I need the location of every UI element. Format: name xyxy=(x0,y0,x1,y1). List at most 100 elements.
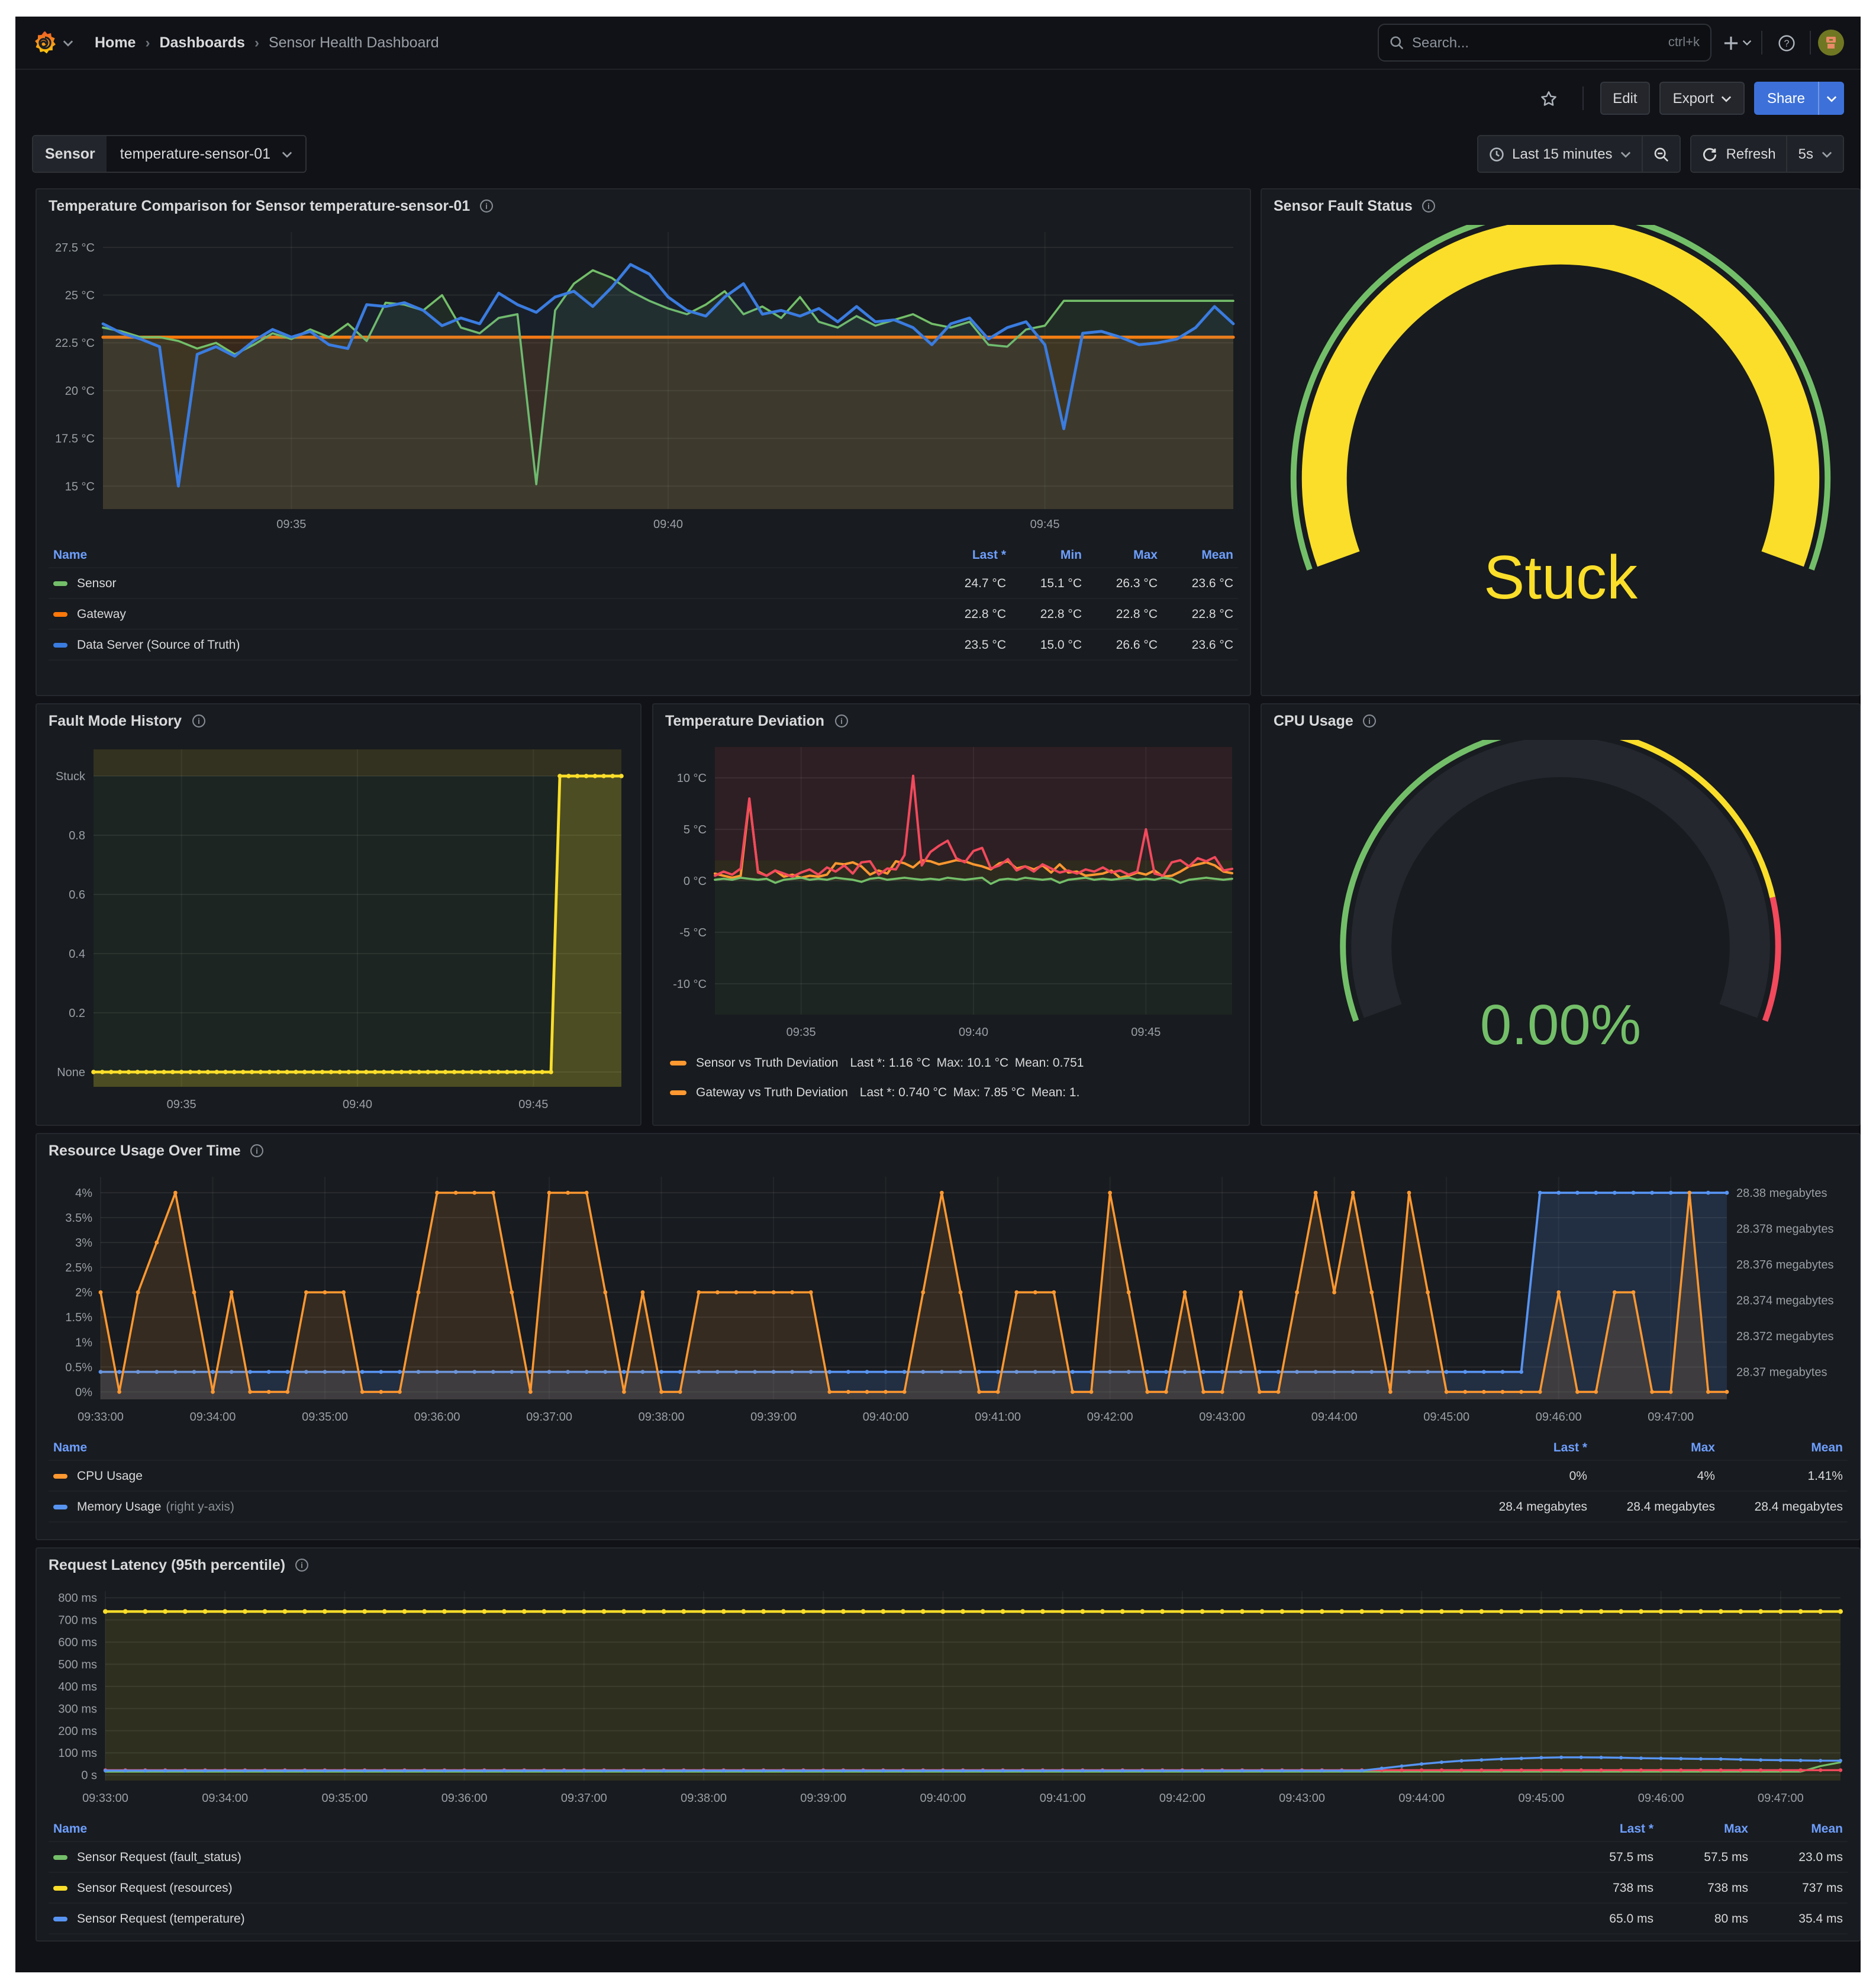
svg-text:09:38:00: 09:38:00 xyxy=(639,1411,685,1424)
share-button[interactable]: Share xyxy=(1754,82,1818,115)
legend-stat-value: 0% xyxy=(1459,1469,1587,1483)
help-button[interactable]: ? xyxy=(1769,26,1803,59)
legend-series-name[interactable]: Sensor xyxy=(53,576,930,590)
resource-usage-chart[interactable]: 09:33:0009:34:0009:35:0009:36:0009:37:00… xyxy=(44,1167,1852,1428)
legend-row[interactable]: Sensor Request (temperature)65.0 ms80 ms… xyxy=(49,1904,1848,1934)
panel-header[interactable]: Temperature Comparison for Sensor temper… xyxy=(37,189,1250,223)
legend-row[interactable]: Sensor Request (fault_status)57.5 ms57.5… xyxy=(49,1842,1848,1873)
legend-series-name: Sensor vs Truth Deviation xyxy=(696,1055,838,1070)
legend-series-name[interactable]: Gateway xyxy=(53,607,930,621)
legend-series-name[interactable]: Sensor Request (resources) xyxy=(53,1881,1559,1895)
breadcrumb-home[interactable]: Home xyxy=(95,34,136,51)
fault-mode-history-chart[interactable]: 09:3509:4009:45None0.20.40.60.8Stuck xyxy=(44,740,633,1115)
legend-series-name[interactable]: Memory Usage(right y-axis) xyxy=(53,1499,1459,1514)
panel-title: CPU Usage xyxy=(1274,713,1353,729)
legend-stat-value: 15.0 °C xyxy=(1006,638,1082,652)
legend-series-name[interactable]: Sensor Request (fault_status) xyxy=(53,1850,1559,1864)
panel-header[interactable]: Sensor Fault Status i xyxy=(1262,189,1859,223)
series-color-swatch-icon xyxy=(53,1473,67,1478)
variable-value[interactable]: temperature-sensor-01 xyxy=(107,136,305,172)
legend-header-cell[interactable]: Name xyxy=(53,1440,1459,1454)
legend-header-cell[interactable]: Last * xyxy=(930,548,1006,562)
legend-stats: Last *: 0.740 °C Max: 7.85 °C Mean: 1. xyxy=(860,1085,1080,1099)
legend-row[interactable]: Sensor24.7 °C15.1 °C26.3 °C23.6 °C xyxy=(49,568,1238,599)
resource-legend-table: NameLast *MaxMeanCPU Usage0%4%1.41%Memor… xyxy=(49,1435,1848,1522)
svg-text:09:40:00: 09:40:00 xyxy=(863,1411,909,1424)
breadcrumb-dashboards[interactable]: Dashboards xyxy=(159,34,245,51)
export-button[interactable]: Export xyxy=(1660,82,1745,115)
legend-header-cell[interactable]: Mean xyxy=(1715,1440,1843,1454)
legend-header-cell[interactable]: Max xyxy=(1082,548,1158,562)
temperature-comparison-chart[interactable]: 09:3509:4009:4515 °C17.5 °C20 °C22.5 °C2… xyxy=(44,225,1243,535)
svg-text:09:35:00: 09:35:00 xyxy=(302,1411,348,1424)
panel-header[interactable]: CPU Usage i xyxy=(1262,704,1859,738)
grafana-app: Home › Dashboards › Sensor Health Dashbo… xyxy=(15,17,1861,1972)
star-button[interactable] xyxy=(1532,82,1565,115)
legend-header-cell[interactable]: Max xyxy=(1587,1440,1715,1454)
time-range-picker[interactable]: Last 15 minutes xyxy=(1478,136,1642,172)
svg-text:27.5 °C: 27.5 °C xyxy=(55,242,95,255)
legend-stat-value: 23.6 °C xyxy=(1158,576,1233,590)
legend-row[interactable]: Sensor Request (resources)738 ms738 ms73… xyxy=(49,1873,1848,1904)
panel-header[interactable]: Request Latency (95th percentile) i xyxy=(37,1549,1859,1582)
legend-row[interactable]: Gateway22.8 °C22.8 °C22.8 °C22.8 °C xyxy=(49,599,1238,630)
legend-header-cell[interactable]: Max xyxy=(1653,1821,1748,1836)
svg-text:500 ms: 500 ms xyxy=(58,1659,97,1672)
legend-header-cell[interactable]: Mean xyxy=(1748,1821,1843,1836)
legend-stat-value: 26.6 °C xyxy=(1082,638,1158,652)
legend-row[interactable]: Memory Usage(right y-axis)28.4 megabytes… xyxy=(49,1492,1848,1522)
grafana-logo-menu[interactable] xyxy=(32,30,73,56)
clock-icon xyxy=(1488,146,1504,162)
legend-item[interactable]: Gateway vs Truth DeviationLast *: 0.740 … xyxy=(670,1077,1239,1107)
panel-header[interactable]: Fault Mode History i xyxy=(37,704,640,738)
cpu-usage-gauge[interactable]: 0.00% xyxy=(1262,740,1859,1115)
svg-text:-5 °C: -5 °C xyxy=(679,926,707,939)
legend-header-cell[interactable]: Name xyxy=(53,1821,1559,1836)
edit-button[interactable]: Edit xyxy=(1600,82,1650,115)
temperature-deviation-chart[interactable]: 09:3509:4009:45-10 °C-5 °C0 °C5 °C10 °C xyxy=(660,740,1242,1043)
legend-header-cell[interactable]: Mean xyxy=(1158,548,1233,562)
legend-stat-value: 65.0 ms xyxy=(1559,1911,1653,1926)
legend-stat-value: 28.4 megabytes xyxy=(1459,1499,1587,1514)
legend-header-cell[interactable]: Min xyxy=(1006,548,1082,562)
legend-header-cell[interactable]: Name xyxy=(53,548,930,562)
legend-series-name[interactable]: Data Server (Source of Truth) xyxy=(53,638,930,652)
panel-header[interactable]: Temperature Deviation i xyxy=(653,704,1249,738)
panel-title: Temperature Deviation xyxy=(665,713,824,729)
svg-text:25 °C: 25 °C xyxy=(65,289,95,302)
svg-text:09:45:00: 09:45:00 xyxy=(1519,1792,1565,1805)
svg-text:09:37:00: 09:37:00 xyxy=(561,1792,607,1805)
legend-header-cell[interactable]: Last * xyxy=(1459,1440,1587,1454)
search-input[interactable]: Search... ctrl+k xyxy=(1378,24,1711,62)
panel-title: Sensor Fault Status xyxy=(1274,198,1413,214)
svg-text:4%: 4% xyxy=(75,1187,92,1200)
sensor-variable-dropdown[interactable]: Sensor temperature-sensor-01 xyxy=(32,135,306,173)
add-button[interactable] xyxy=(1721,26,1754,59)
legend-stat-value: 4% xyxy=(1587,1469,1715,1483)
refresh-button[interactable]: Refresh xyxy=(1692,136,1787,172)
series-color-swatch-icon xyxy=(53,1504,67,1509)
legend-header: NameLast *MaxMean xyxy=(49,1816,1848,1842)
legend-header-cell[interactable]: Last * xyxy=(1559,1821,1653,1836)
svg-text:09:39:00: 09:39:00 xyxy=(750,1411,797,1424)
legend-row[interactable]: CPU Usage0%4%1.41% xyxy=(49,1461,1848,1492)
legend-series-name[interactable]: CPU Usage xyxy=(53,1469,1459,1483)
refresh-interval-dropdown[interactable]: 5s xyxy=(1787,136,1843,172)
svg-text:09:43:00: 09:43:00 xyxy=(1199,1411,1245,1424)
avatar[interactable] xyxy=(1818,30,1844,56)
zoom-out-button[interactable] xyxy=(1642,136,1680,172)
legend-item[interactable]: Sensor vs Truth DeviationLast *: 1.16 °C… xyxy=(670,1048,1239,1077)
dashboard-grid: Temperature Comparison for Sensor temper… xyxy=(36,188,1840,1943)
svg-text:i: i xyxy=(1428,202,1430,211)
divider xyxy=(1582,86,1583,110)
dashboard-actions: Edit Export Share xyxy=(15,70,1861,127)
panel-header[interactable]: Resource Usage Over Time i xyxy=(37,1134,1859,1167)
panel-resource-usage: Resource Usage Over Time i 09:33:0009:34… xyxy=(36,1133,1861,1540)
legend-row[interactable]: Data Server (Source of Truth)23.5 °C15.0… xyxy=(49,630,1238,661)
svg-text:09:34:00: 09:34:00 xyxy=(202,1792,248,1805)
sensor-fault-gauge[interactable]: Stuck xyxy=(1262,225,1859,685)
legend-series-name[interactable]: Sensor Request (temperature) xyxy=(53,1911,1559,1926)
share-split-button[interactable]: Share xyxy=(1754,82,1844,115)
request-latency-chart[interactable]: 09:33:0009:34:0009:35:0009:36:0009:37:00… xyxy=(44,1582,1852,1809)
share-caret-button[interactable] xyxy=(1818,82,1844,115)
